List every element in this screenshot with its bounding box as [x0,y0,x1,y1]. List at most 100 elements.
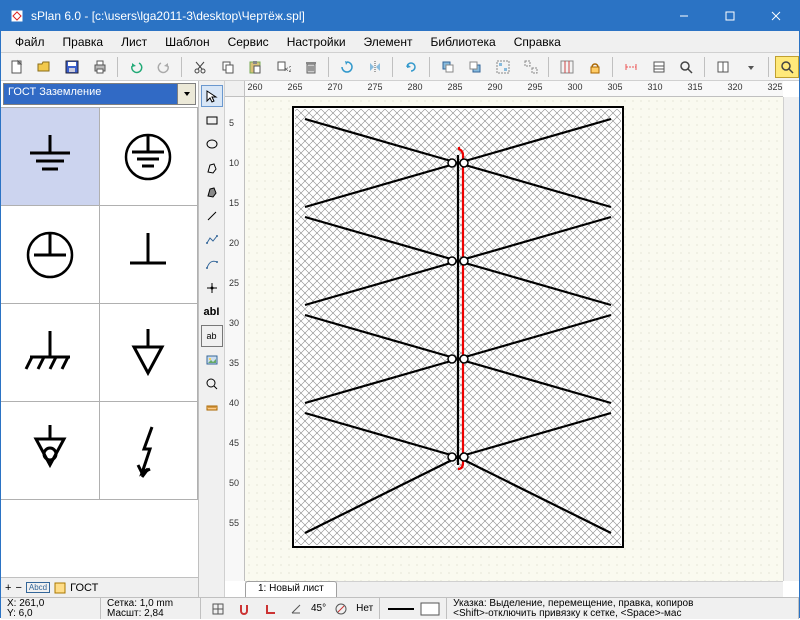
ungroup-button[interactable] [519,56,543,78]
menu-file[interactable]: Файл [7,33,53,51]
menu-help[interactable]: Справка [506,33,569,51]
library-item-triangle-ground[interactable] [100,304,199,402]
open-file-button[interactable] [33,56,57,78]
props-icon[interactable] [54,582,66,594]
minus-icon[interactable]: − [15,582,21,594]
undo-button[interactable] [124,56,148,78]
dropdown-arrow-icon[interactable] [177,84,195,104]
zoom-tool[interactable] [201,373,223,395]
vertical-scrollbar[interactable] [783,97,799,581]
ortho-icon[interactable] [259,598,281,620]
library-item-chassis-ground[interactable] [1,206,100,304]
mirror-h-button[interactable] [363,56,387,78]
find-button[interactable] [675,56,699,78]
paste-button[interactable] [244,56,268,78]
minimize-button[interactable] [661,1,707,31]
group-button[interactable] [491,56,515,78]
menu-template[interactable]: Шаблон [157,33,217,51]
menu-settings[interactable]: Настройки [279,33,354,51]
dimension-button[interactable] [619,56,643,78]
status-grid-scale: Сетка: 1,0 mm Масшт: 2,84 [101,598,201,619]
library-item-ground-circle[interactable] [100,108,199,206]
line-tool[interactable] [201,205,223,227]
polyline-tool[interactable] [201,229,223,251]
menu-sheet[interactable]: Лист [113,33,155,51]
redo-button[interactable] [152,56,176,78]
status-y: Y: 6,0 [7,609,94,619]
copy-button[interactable] [216,56,240,78]
horizontal-ruler: 2602652702752802852902953003053103153203… [245,81,783,97]
library-select-value: ГОСТ Заземление [4,84,177,104]
status-scale: Масшт: 2,84 [107,609,194,619]
pointer-tool[interactable] [201,85,223,107]
rename-icon[interactable]: Abcd [26,582,50,593]
window-title: sPlan 6.0 - [c:\users\lga2011-3\desktop\… [31,9,661,23]
lock-button[interactable] [583,56,607,78]
circle-tool[interactable] [201,133,223,155]
library-item-lightning[interactable] [100,402,199,500]
new-file-button[interactable] [5,56,29,78]
snap-grid-button[interactable] [555,56,579,78]
plus-icon[interactable]: + [5,582,11,594]
rect-tool[interactable] [201,109,223,131]
library-item-ground-1[interactable] [1,108,100,206]
menu-bar: Файл Правка Лист Шаблон Сервис Настройки… [1,31,799,53]
send-back-button[interactable] [464,56,488,78]
measure-tool[interactable] [201,397,223,419]
menu-library[interactable]: Библиотека [422,33,503,51]
maximize-button[interactable] [707,1,753,31]
close-button[interactable] [753,1,799,31]
rotate-button[interactable] [335,56,359,78]
poly-tool[interactable] [201,157,223,179]
vertical-ruler: 510152025303540455055 [225,97,245,581]
library-select[interactable]: ГОСТ Заземление [3,83,196,105]
status-x: X: 261,0 [7,599,94,609]
node-tool[interactable] [201,277,223,299]
status-bar: X: 261,0 Y: 6,0 Сетка: 1,0 mm Масшт: 2,8… [1,597,799,619]
fill-swatch[interactable] [420,602,440,616]
menu-edit[interactable]: Правка [55,33,112,51]
angle-icon[interactable] [285,598,307,620]
title-bar: sPlan 6.0 - [c:\users\lga2011-3\desktop\… [1,1,799,31]
bezier-tool[interactable] [201,253,223,275]
refresh-button[interactable] [399,56,423,78]
line-weight-icon[interactable] [386,602,416,616]
layers-button[interactable] [711,56,735,78]
text-tool[interactable]: abI [201,301,223,323]
ruler-corner [225,81,245,97]
horizontal-scrollbar[interactable]: 1: Новый лист [245,581,783,597]
library-item-triangle-circle-ground[interactable] [1,402,100,500]
library-footer: + − Abcd ГОСТ [1,577,198,597]
svg-text:×2: ×2 [284,65,291,74]
grid-toggle-icon[interactable] [207,598,229,620]
canvas[interactable] [245,97,783,581]
app-icon [9,8,25,24]
sheet-tab[interactable]: 1: Новый лист [245,581,337,597]
status-hint-2: <Shift>-отключить привязку к сетке, <Spa… [453,609,792,619]
spoly-tool[interactable] [201,181,223,203]
print-button[interactable] [88,56,112,78]
status-coords: X: 261,0 Y: 6,0 [1,598,101,619]
save-button[interactable] [60,56,84,78]
library-item-signal-ground[interactable] [100,206,199,304]
drawing-area: abI ab 260265270275280285290295300305310… [199,81,799,597]
delete-button[interactable] [299,56,323,78]
duplicate-button[interactable]: ×2 [271,56,295,78]
cut-button[interactable] [188,56,212,78]
bring-front-button[interactable] [436,56,460,78]
status-snap: Нет [356,603,373,614]
zoom-fit-button[interactable] [775,56,799,78]
library-item-earth-ground[interactable] [1,304,100,402]
vertical-toolbar: abI ab [199,81,225,597]
snap-icon[interactable] [330,598,352,620]
components-button[interactable] [647,56,671,78]
menu-service[interactable]: Сервис [220,33,277,51]
magnet-icon[interactable] [233,598,255,620]
textbox-tool[interactable]: ab [201,325,223,347]
menu-element[interactable]: Элемент [356,33,421,51]
image-tool[interactable] [201,349,223,371]
layers-dropdown[interactable] [739,56,763,78]
library-grid [1,107,198,577]
status-hint: Указка: Выделение, перемещение, правка, … [447,598,799,619]
main-toolbar: ×2 [1,53,799,81]
